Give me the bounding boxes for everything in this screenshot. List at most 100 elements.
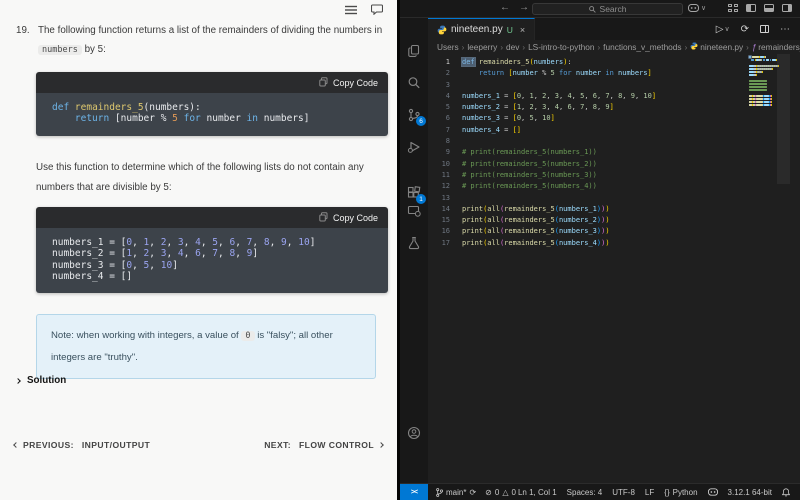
code-line: # print(remainders_5(numbers_2)) bbox=[462, 159, 748, 170]
command-center-search[interactable]: Search bbox=[532, 3, 683, 15]
close-icon[interactable]: × bbox=[520, 25, 525, 35]
exercise-block: 19. The following function returns a lis… bbox=[16, 21, 390, 60]
line-number: 5 bbox=[428, 102, 450, 113]
tab-nineteen-py[interactable]: nineteen.py U × bbox=[428, 18, 535, 40]
line-number: 16 bbox=[428, 226, 450, 237]
customize-layout-icon[interactable] bbox=[728, 4, 738, 12]
previous-lesson-link[interactable]: PREVIOUS: INPUT/OUTPUT bbox=[14, 440, 150, 450]
indentation-setting[interactable]: Spaces: 4 bbox=[567, 488, 603, 497]
search-icon[interactable] bbox=[400, 76, 428, 90]
encoding-setting[interactable]: UTF-8 bbox=[612, 488, 635, 497]
toc-list-icon[interactable] bbox=[345, 5, 357, 15]
docs-toolbar bbox=[345, 4, 383, 15]
line-number-gutter: 1234567891011121314151617 bbox=[428, 57, 450, 249]
code-line: # print(remainders_5(numbers_3)) bbox=[462, 170, 748, 181]
eol-setting[interactable]: LF bbox=[645, 488, 654, 497]
editor-scrollbar[interactable] bbox=[777, 54, 790, 184]
line-number: 1 bbox=[428, 57, 450, 68]
back-icon[interactable]: ← bbox=[500, 2, 510, 13]
code-block-header: Copy Code bbox=[36, 207, 388, 228]
remote-indicator[interactable]: >< bbox=[400, 484, 428, 500]
code-line: numbers_1 = [0, 1, 2, 3, 4, 5, 6, 7, 8, … bbox=[462, 91, 748, 102]
code-block-body: numbers_1 = [0, 1, 2, 3, 4, 5, 6, 7, 8, … bbox=[36, 228, 388, 293]
lesson-pane: 19. The following function returns a lis… bbox=[0, 0, 397, 500]
line-number: 3 bbox=[428, 80, 450, 91]
tab-filename: nineteen.py bbox=[451, 24, 503, 35]
testing-beaker-icon[interactable] bbox=[400, 236, 428, 250]
warnings-icon: △ bbox=[502, 488, 508, 497]
code-line: # print(remainders_5(numbers_1)) bbox=[462, 147, 748, 158]
next-lesson-link[interactable]: NEXT: FLOW CONTROL bbox=[264, 440, 383, 450]
chevron-right-icon bbox=[15, 378, 21, 384]
source-control-badge: 6 bbox=[416, 116, 426, 126]
code-line: return [number % 5 for number in numbers… bbox=[52, 113, 378, 124]
more-actions-icon[interactable]: ⋯ bbox=[780, 24, 790, 35]
copy-icon bbox=[319, 74, 328, 92]
exercise-intro: The following function returns a list of… bbox=[38, 21, 390, 60]
line-number: 17 bbox=[428, 238, 450, 249]
extensions-icon[interactable]: 1 bbox=[400, 186, 428, 200]
notifications-bell-icon[interactable] bbox=[782, 488, 790, 497]
copy-code-button[interactable]: Copy Code bbox=[333, 78, 378, 88]
open-changes-icon[interactable]: ⟳ bbox=[741, 24, 749, 35]
language-mode[interactable]: {} Python bbox=[664, 488, 697, 497]
exercise-instructions: Use this function to determine which of … bbox=[36, 158, 392, 198]
problems-item[interactable]: ⊘ 0 △ 0 bbox=[485, 488, 516, 497]
breadcrumb-item[interactable]: functions_v_methods bbox=[603, 42, 681, 52]
run-icon: ▷ bbox=[716, 24, 724, 35]
copy-code-button[interactable]: Copy Code bbox=[333, 213, 378, 223]
chevron-down-icon: ∨ bbox=[724, 25, 729, 33]
code-editor[interactable]: 1234567891011121314151617 def remainders… bbox=[428, 54, 800, 483]
code-line: numbers_3 = [0, 5, 10] bbox=[52, 260, 378, 271]
branch-icon bbox=[436, 488, 443, 497]
account-icon[interactable] bbox=[400, 426, 428, 440]
git-branch-item[interactable]: main* ⟳ bbox=[436, 488, 476, 497]
copilot-icon bbox=[688, 4, 699, 12]
copilot-status-icon[interactable] bbox=[708, 488, 718, 496]
copilot-menu[interactable]: ∨ bbox=[688, 4, 706, 12]
breadcrumb-separator: › bbox=[462, 43, 465, 52]
split-editor-icon[interactable] bbox=[760, 25, 769, 33]
note-callout: Note: when working with integers, a valu… bbox=[36, 314, 376, 379]
toggle-primary-sidebar-icon[interactable] bbox=[746, 4, 756, 12]
code-line: return [number % 5 for number in numbers… bbox=[462, 68, 748, 79]
comments-icon[interactable] bbox=[371, 4, 383, 15]
line-number: 13 bbox=[428, 193, 450, 204]
search-placeholder: Search bbox=[600, 4, 627, 14]
breadcrumb-item[interactable]: leeperry bbox=[467, 42, 497, 52]
chevron-down-icon: ∨ bbox=[701, 4, 706, 12]
line-number: 15 bbox=[428, 215, 450, 226]
code-line: numbers_2 = [1, 2, 3, 4, 6, 7, 8, 9] bbox=[52, 248, 378, 259]
breadcrumb-item[interactable]: Users bbox=[437, 42, 459, 52]
remote-explorer-icon[interactable] bbox=[400, 204, 428, 218]
source-control-icon[interactable]: 6 bbox=[400, 108, 428, 122]
toggle-panel-icon[interactable] bbox=[764, 4, 774, 12]
breadcrumb-item[interactable]: LS-intro-to-python bbox=[528, 42, 594, 52]
breadcrumb-item[interactable]: dev bbox=[506, 42, 519, 52]
run-debug-icon[interactable] bbox=[400, 140, 428, 154]
breadcrumb-separator: › bbox=[522, 43, 525, 52]
code-line: # print(remainders_5(numbers_4)) bbox=[462, 181, 748, 192]
run-python-file-button[interactable]: ▷ ∨ bbox=[716, 24, 730, 35]
forward-icon[interactable]: → bbox=[519, 2, 529, 13]
toggle-secondary-sidebar-icon[interactable] bbox=[782, 4, 792, 12]
code-block-function: Copy Code def remainders_5(numbers): ret… bbox=[36, 72, 388, 136]
solution-toggle[interactable]: Solution bbox=[16, 375, 66, 386]
editor-group: nineteen.py U × ▷ ∨ ⟳ ⋯ Users›leep bbox=[428, 18, 800, 483]
breadcrumb-item[interactable]: ƒremainders_5 bbox=[752, 42, 800, 52]
minimap[interactable] bbox=[749, 56, 776, 107]
python-interpreter[interactable]: 3.12.1 64-bit bbox=[728, 488, 772, 497]
tab-bar: nineteen.py U × ▷ ∨ ⟳ ⋯ bbox=[428, 18, 800, 40]
next-label: NEXT: bbox=[264, 440, 291, 450]
cursor-position[interactable]: Ln 1, Col 1 bbox=[518, 488, 557, 497]
lesson-pager: PREVIOUS: INPUT/OUTPUT NEXT: FLOW CONTRO… bbox=[14, 440, 383, 450]
code-line: print(all(remainders_5(numbers_3))) bbox=[462, 226, 748, 237]
warnings-count: 0 bbox=[511, 488, 515, 497]
code-line: numbers_2 = [1, 2, 3, 4, 6, 7, 8, 9] bbox=[462, 102, 748, 113]
solution-label: Solution bbox=[27, 375, 66, 386]
line-number: 12 bbox=[428, 181, 450, 192]
explorer-icon[interactable] bbox=[400, 44, 428, 58]
code-line: numbers_4 = [] bbox=[462, 125, 748, 136]
code-line: print(all(remainders_5(numbers_4))) bbox=[462, 238, 748, 249]
breadcrumb-item[interactable]: nineteen.py bbox=[690, 42, 743, 52]
